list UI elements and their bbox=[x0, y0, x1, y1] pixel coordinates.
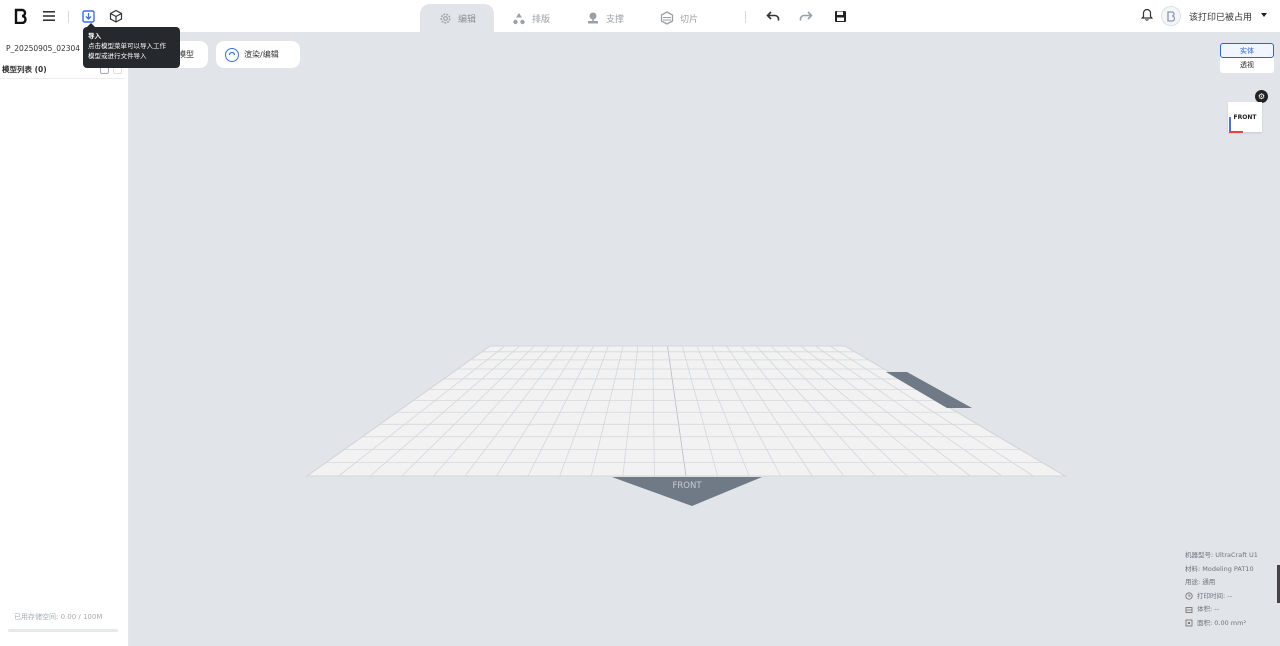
grid-line-vertical bbox=[844, 345, 1066, 477]
grid-line-vertical bbox=[652, 345, 655, 477]
storage-usage-text: 已用存储空间: 0.00 / 100M bbox=[14, 613, 103, 621]
slice-icon bbox=[660, 11, 674, 25]
model-list-title: 模型列表 (0) bbox=[2, 65, 47, 74]
grid-line-vertical bbox=[681, 345, 718, 477]
grid-line-vertical bbox=[527, 345, 594, 477]
avatar[interactable] bbox=[1160, 6, 1181, 26]
plate-front-label: FRONT bbox=[672, 481, 702, 491]
mode-tabs: 编辑 排版 支撑 切片 bbox=[420, 4, 716, 32]
grid-line-vertical bbox=[755, 345, 876, 477]
grid-line-vertical bbox=[785, 345, 939, 477]
tab-layout[interactable]: 排版 bbox=[494, 4, 568, 32]
grid-line-vertical bbox=[770, 345, 908, 477]
tab-slice-label: 切片 bbox=[680, 14, 699, 25]
top-toolbar: 编辑 排版 支撑 切片 该打印已被占用 bbox=[0, 0, 1280, 32]
info-volume-text: 体积: -- bbox=[1197, 605, 1219, 613]
navigation-cube[interactable]: FRONT bbox=[1228, 102, 1262, 132]
info-material: 材料: Modeling PAT10 bbox=[1185, 563, 1258, 577]
volume-icon bbox=[1185, 606, 1193, 614]
info-volume: 体积: -- bbox=[1185, 603, 1258, 617]
grid-line-vertical bbox=[622, 345, 639, 477]
grid-line-vertical bbox=[711, 345, 782, 477]
support-icon bbox=[586, 11, 600, 25]
build-plate-surface bbox=[305, 345, 1067, 477]
grid-line-vertical bbox=[696, 345, 750, 477]
grid-line-vertical bbox=[433, 345, 550, 477]
hamburger-menu-icon[interactable] bbox=[40, 7, 58, 25]
grid-line-vertical bbox=[667, 345, 687, 477]
grid-line-vertical bbox=[590, 345, 624, 477]
info-area-text: 面积: 0.00 mm² bbox=[1197, 618, 1247, 627]
layout-icon bbox=[512, 11, 526, 25]
render-button[interactable]: 渲染/编辑 bbox=[216, 41, 300, 68]
tooltip-line-1: 点击模型菜单可以导入工作 bbox=[88, 42, 166, 50]
user-area: 该打印已被占用 bbox=[1140, 6, 1268, 26]
tooltip-title: 导入 bbox=[88, 32, 101, 40]
info-time-text: 打印时间: -- bbox=[1197, 591, 1232, 600]
clock-icon bbox=[1185, 592, 1193, 600]
model-list-panel: P_20250905_02304 模型列表 (0) 已用存储空间: 0.00 /… bbox=[0, 32, 129, 646]
bell-icon[interactable] bbox=[1140, 8, 1154, 24]
divider bbox=[0, 78, 125, 79]
build-plate-canvas[interactable]: FRONT bbox=[0, 0, 1280, 646]
grid-line-vertical bbox=[829, 345, 1034, 477]
grid-line-vertical bbox=[496, 345, 580, 477]
undo-icon[interactable] bbox=[764, 7, 782, 25]
grid-line-vertical bbox=[306, 345, 491, 477]
cube-icon[interactable] bbox=[107, 7, 125, 25]
tab-support[interactable]: 支撑 bbox=[568, 4, 642, 32]
plate-side-marker bbox=[886, 372, 972, 408]
import-tooltip: 导入 点击模型菜单可以导入工作 模型或进行文件导入 bbox=[83, 23, 180, 68]
tooltip-line-2: 模型或进行文件导入 bbox=[88, 52, 147, 60]
print-info-panel: 机器型号: UltraCraft U1 材料: Modeling PAT10 用… bbox=[1185, 549, 1258, 630]
build-plate-grid bbox=[305, 345, 1067, 477]
project-name[interactable]: P_20250905_02304 bbox=[6, 44, 90, 53]
area-icon bbox=[1185, 619, 1193, 627]
tab-edit[interactable]: 编辑 bbox=[420, 4, 495, 32]
toolbar-divider bbox=[68, 11, 69, 23]
navcube-face-label: FRONT bbox=[1233, 113, 1257, 121]
save-icon[interactable] bbox=[831, 7, 849, 25]
view-option-perspective[interactable]: 透视 bbox=[1220, 58, 1274, 73]
model-button-label: 模型 bbox=[178, 50, 194, 59]
grid-line-vertical bbox=[741, 345, 845, 477]
render-button-label: 渲染/编辑 bbox=[244, 50, 279, 59]
grid-line-vertical bbox=[800, 345, 971, 477]
toolbar-divider bbox=[745, 11, 746, 23]
grid-line-vertical bbox=[401, 345, 535, 477]
grid-line-vertical bbox=[464, 345, 565, 477]
gear-icon bbox=[438, 11, 452, 25]
view-mode-toggle: 实体 透视 bbox=[1220, 43, 1274, 73]
grid-line-vertical bbox=[369, 345, 520, 477]
info-material-text: 材料: Modeling PAT10 bbox=[1185, 564, 1254, 573]
plate-front-marker bbox=[612, 477, 762, 506]
info-machine-text: 机器型号: UltraCraft U1 bbox=[1185, 551, 1258, 559]
storage-usage-bar bbox=[8, 629, 118, 632]
tab-edit-label: 编辑 bbox=[458, 14, 477, 25]
tab-support-label: 支撑 bbox=[606, 14, 625, 25]
grid-line-vertical bbox=[726, 345, 813, 477]
info-area: 面积: 0.00 mm² bbox=[1185, 617, 1258, 631]
brand-logo-icon[interactable] bbox=[11, 7, 29, 25]
info-time: 打印时间: -- bbox=[1185, 590, 1258, 604]
chevron-down-icon[interactable] bbox=[1260, 11, 1268, 21]
user-name[interactable]: 该打印已被占用 bbox=[1189, 10, 1252, 23]
info-purpose-text: 用途: 通用 bbox=[1185, 578, 1216, 586]
navcube-x-axis bbox=[1229, 131, 1243, 133]
grid-line-vertical bbox=[815, 345, 1003, 477]
grid-line-vertical bbox=[559, 345, 609, 477]
grid-line-vertical bbox=[338, 345, 506, 477]
tab-slice[interactable]: 切片 bbox=[642, 4, 716, 32]
redo-icon[interactable] bbox=[797, 7, 815, 25]
render-icon bbox=[225, 47, 239, 62]
info-purpose: 用途: 通用 bbox=[1185, 576, 1258, 590]
tab-layout-label: 排版 bbox=[532, 14, 551, 25]
info-machine: 机器型号: UltraCraft U1 bbox=[1185, 549, 1258, 563]
view-option-solid[interactable]: 实体 bbox=[1220, 43, 1274, 58]
